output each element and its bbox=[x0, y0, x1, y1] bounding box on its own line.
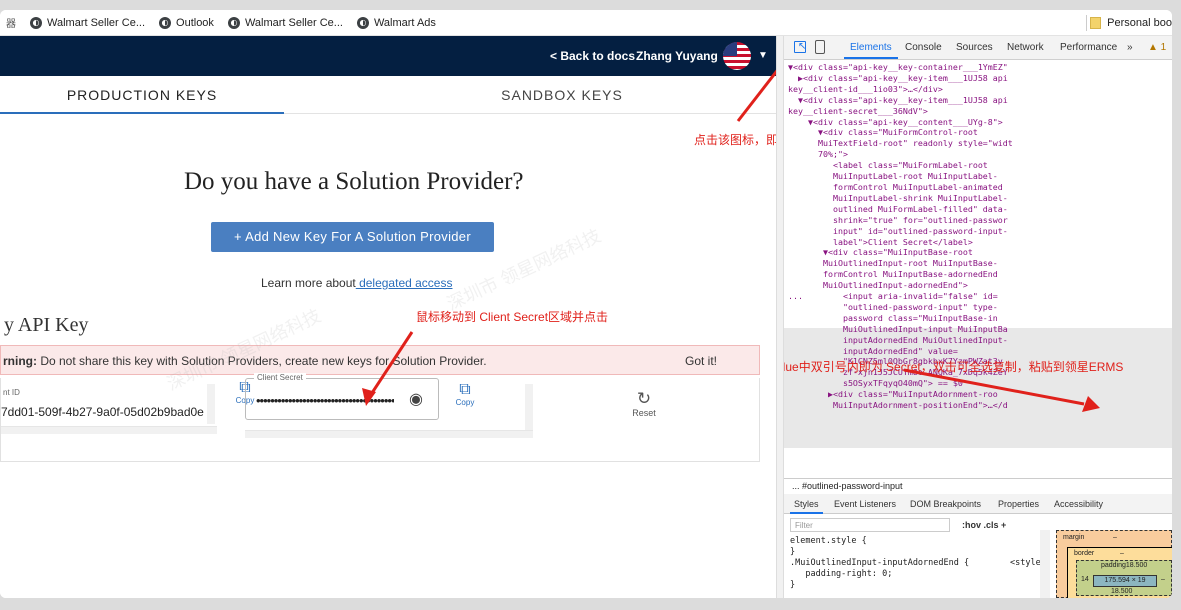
folder-icon bbox=[1090, 17, 1102, 29]
breadcrumb[interactable]: ... #outlined-password-input bbox=[784, 478, 1172, 494]
globe-icon: ◐ bbox=[227, 16, 240, 29]
bookmark-outlook[interactable]: ◐ Outlook bbox=[159, 16, 214, 29]
globe-icon: ◐ bbox=[356, 16, 369, 29]
padding-bottom: 18.500 bbox=[1111, 588, 1133, 595]
padding-label: padding18.500 bbox=[1101, 562, 1148, 569]
styles-filter-input[interactable]: Filter bbox=[790, 518, 950, 532]
devtools-panel: Elements Console Sources Network Perform… bbox=[784, 36, 1172, 598]
styles-scrollbar[interactable] bbox=[1040, 530, 1050, 598]
tab-styles[interactable]: Styles bbox=[790, 499, 822, 514]
api-keys-page: < Back to docs Zhang Yuyang ▼ PRODUCTION… bbox=[0, 36, 776, 598]
style-rule-line[interactable]: } bbox=[790, 580, 1046, 591]
padding-left: 14 bbox=[1081, 576, 1089, 583]
globe-icon: ◐ bbox=[30, 16, 42, 29]
styles-tabbar: Styles Event Listeners DOM Breakpoints P… bbox=[784, 494, 1172, 514]
devtools-splitter[interactable] bbox=[776, 36, 784, 598]
style-rule-line[interactable]: } bbox=[790, 547, 1046, 558]
box-content: 175.594 × 19 bbox=[1093, 575, 1157, 587]
browser-window: 器 ◐ Walmart Seller Ce... ◐ Outlook ◐ Walmar… bbox=[0, 10, 1172, 598]
bookmark-walmart-seller-1[interactable]: ◐ Walmart Seller Ce... bbox=[30, 16, 145, 29]
styles-pane: element.style {} .MuiOutlinedInput-inputA… bbox=[790, 536, 1046, 591]
divider bbox=[1086, 15, 1087, 31]
bookmarks-bar: 器 ◐ Walmart Seller Ce... ◐ Outlook ◐ Walmar… bbox=[0, 10, 1172, 36]
bookmark-walmart-seller-2[interactable]: ◐ Walmart Seller Ce... bbox=[227, 16, 343, 29]
padding-right: – bbox=[1161, 576, 1165, 583]
annotation-arrows bbox=[362, 69, 776, 406]
border-value: – bbox=[1120, 550, 1124, 557]
tab-accessibility[interactable]: Accessibility bbox=[1054, 499, 1103, 509]
hov-cls-toggles[interactable]: :hov .cls + bbox=[962, 520, 1006, 530]
style-rule-line[interactable]: .MuiOutlinedInput-inputAdornedEnd { <sty… bbox=[790, 558, 1046, 569]
arrow-to-inspect-icon bbox=[736, 69, 776, 122]
box-model: margin – border – padding18.500 14 175.5… bbox=[1056, 530, 1172, 598]
border-label: border bbox=[1074, 550, 1095, 557]
style-rule-line[interactable]: element.style { bbox=[790, 536, 1046, 547]
arrow-to-secret-field bbox=[368, 331, 414, 397]
bookmark-walmart-ads[interactable]: ◐ Walmart Ads bbox=[356, 16, 436, 29]
box-border: border – padding18.500 14 175.594 × 19 –… bbox=[1067, 547, 1172, 598]
tab-properties[interactable]: Properties bbox=[998, 499, 1039, 509]
box-padding: padding18.500 14 175.594 × 19 – 18.500 bbox=[1076, 560, 1172, 596]
arrowhead bbox=[1082, 396, 1100, 412]
tab-event-listeners[interactable]: Event Listeners bbox=[834, 499, 896, 509]
bookmark-personal[interactable]: Personal boo bbox=[1090, 10, 1172, 36]
globe-icon: ◐ bbox=[159, 16, 172, 29]
annotation-arrow-value bbox=[903, 368, 1100, 412]
margin-value: – bbox=[1113, 534, 1117, 541]
arrow-to-value bbox=[903, 368, 1085, 406]
style-rule-line[interactable]: padding-right: 0; bbox=[790, 569, 1046, 580]
tab-dom-breakpoints[interactable]: DOM Breakpoints bbox=[910, 499, 981, 509]
margin-label: margin bbox=[1063, 534, 1085, 541]
apps-icon[interactable]: 器 bbox=[6, 15, 16, 30]
